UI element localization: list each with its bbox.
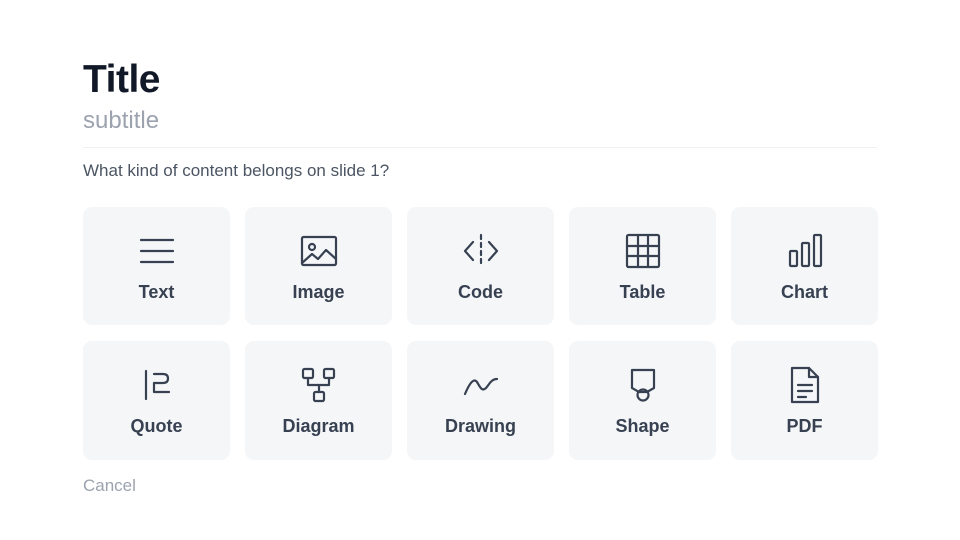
content-type-label: Shape [615, 416, 670, 436]
slide-subtitle: subtitle [83, 107, 160, 134]
content-type-diagram-button[interactable]: Diagram [245, 341, 392, 460]
shape-icon [624, 366, 662, 404]
slide-content-picker: Title subtitle What kind of content belo… [0, 0, 960, 540]
content-type-table-button[interactable]: Table [569, 207, 716, 325]
content-type-text-button[interactable]: Text [83, 207, 230, 325]
quote-icon [138, 366, 176, 404]
content-type-label: Drawing [444, 416, 516, 436]
content-type-image-button[interactable]: Image [245, 207, 392, 325]
content-type-code-button[interactable]: Code [407, 207, 554, 325]
content-type-label: Quote [130, 416, 183, 436]
code-icon [462, 232, 500, 270]
drawing-icon [462, 366, 500, 404]
content-question: What kind of content belongs on slide 1? [83, 161, 390, 180]
text-lines-icon [138, 232, 176, 270]
divider [83, 147, 877, 148]
image-icon [300, 232, 338, 270]
content-type-label: Chart [780, 282, 828, 302]
pdf-file-icon [786, 366, 824, 404]
content-type-pdf-button[interactable]: PDF [731, 341, 878, 460]
diagram-icon [300, 366, 338, 404]
content-type-label: Image [292, 282, 345, 302]
content-type-label: Table [619, 282, 666, 302]
slide-title: Title [83, 58, 160, 101]
bar-chart-icon [786, 232, 824, 270]
content-type-label: PDF [786, 416, 823, 436]
content-type-label: Code [458, 282, 503, 302]
content-type-drawing-button[interactable]: Drawing [407, 341, 554, 460]
content-type-shape-button[interactable]: Shape [569, 341, 716, 460]
content-type-chart-button[interactable]: Chart [731, 207, 878, 325]
content-type-label: Diagram [282, 416, 355, 436]
table-icon [624, 232, 662, 270]
content-type-grid: Text Image Code Table Chart Quote Diagra… [83, 207, 878, 460]
content-type-quote-button[interactable]: Quote [83, 341, 230, 460]
content-type-label: Text [138, 282, 175, 302]
cancel-button[interactable]: Cancel [83, 475, 136, 497]
